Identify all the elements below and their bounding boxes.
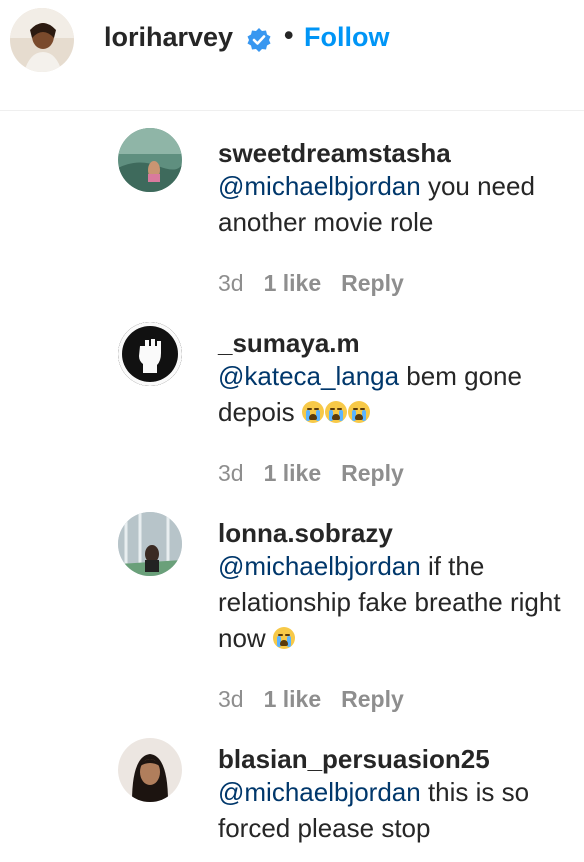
comment-username[interactable]: blasian_persuasion25: [218, 744, 490, 775]
commenter-avatar[interactable]: [118, 128, 182, 192]
comment-text: @kateca_langa bem gone depois: [218, 358, 568, 430]
likes-count[interactable]: 1 like: [264, 270, 322, 296]
comment-meta: 3d 1 like Reply: [218, 460, 424, 487]
profile-photo-icon[interactable]: [10, 8, 74, 72]
verified-badge-icon: [247, 28, 271, 52]
crying-emoji-icon: [301, 397, 371, 427]
commenter-avatar[interactable]: [118, 512, 182, 576]
mention-link[interactable]: @kateca_langa: [218, 361, 399, 391]
comment-username[interactable]: _sumaya.m: [218, 328, 360, 359]
comment-username[interactable]: sweetdreamstasha: [218, 138, 451, 169]
follow-button[interactable]: Follow: [304, 22, 389, 53]
post-header: loriharvey • Follow: [0, 0, 584, 111]
comment-text: @michaelbjordan this is so forced please…: [218, 774, 568, 846]
mention-link[interactable]: @michaelbjordan: [218, 551, 421, 581]
mention-link[interactable]: @michaelbjordan: [218, 171, 421, 201]
separator-dot: •: [284, 20, 294, 50]
comment-username[interactable]: lonna.sobrazy: [218, 518, 393, 549]
mention-link[interactable]: @michaelbjordan: [218, 777, 421, 807]
commenter-avatar[interactable]: [118, 322, 182, 386]
comment-meta: 3d 1 like Reply: [218, 686, 424, 713]
likes-count[interactable]: 1 like: [264, 686, 322, 712]
comment-text: @michaelbjordan if the relationship fake…: [218, 548, 568, 656]
likes-count[interactable]: 1 like: [264, 460, 322, 486]
crying-emoji-icon: [272, 627, 295, 649]
reply-button[interactable]: Reply: [341, 686, 404, 712]
commenter-avatar[interactable]: [118, 738, 182, 802]
comment-time: 3d: [218, 460, 244, 486]
reply-button[interactable]: Reply: [341, 460, 404, 486]
comment-time: 3d: [218, 686, 244, 712]
post-author-username[interactable]: loriharvey: [104, 22, 233, 53]
comment-time: 3d: [218, 270, 244, 296]
reply-button[interactable]: Reply: [341, 270, 404, 296]
comment-meta: 3d 1 like Reply: [218, 270, 424, 297]
comment-text: @michaelbjordan you need another movie r…: [218, 168, 568, 240]
